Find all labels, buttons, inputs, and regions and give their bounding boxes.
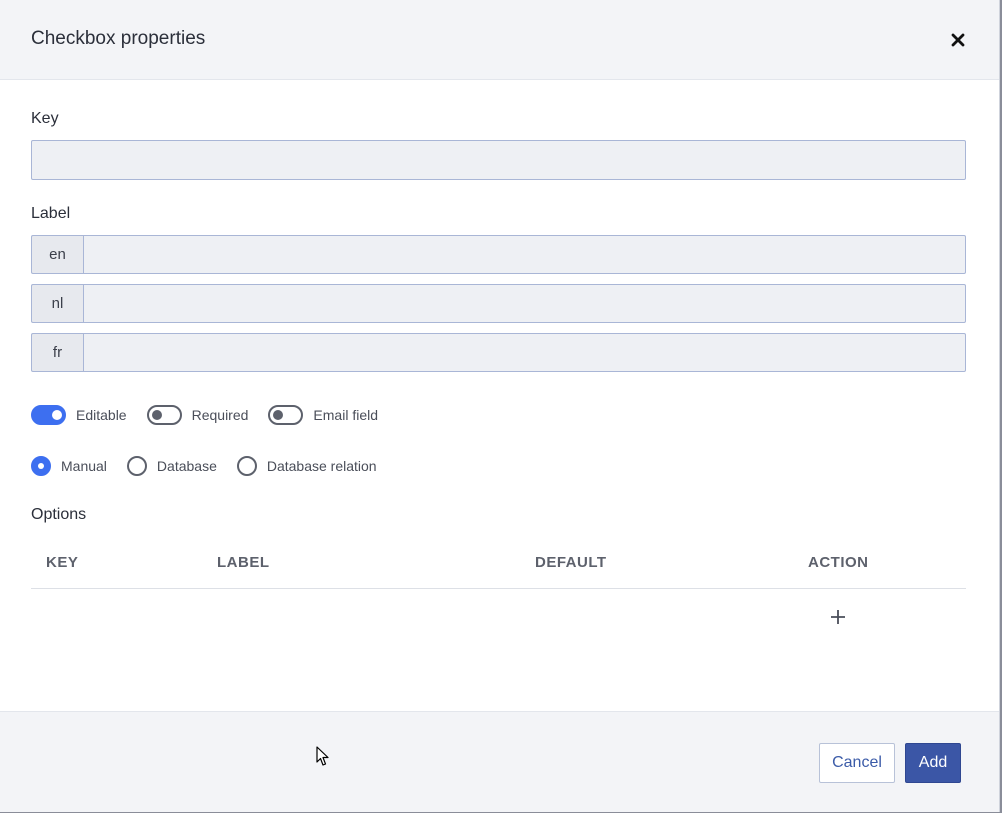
manual-radio-wrap[interactable]: Manual: [31, 455, 107, 476]
dialog-footer: Cancel Add: [0, 711, 999, 812]
column-header-default: DEFAULT: [535, 554, 607, 571]
label-en-input[interactable]: [83, 235, 966, 274]
required-toggle[interactable]: [146, 405, 182, 425]
database-relation-radio-wrap[interactable]: Database relation: [236, 455, 377, 476]
options-table: KEY LABEL DEFAULT ACTION: [31, 540, 966, 624]
database-radio-wrap[interactable]: Database: [126, 455, 217, 476]
toggle-knob: [52, 410, 62, 420]
database-relation-radio[interactable]: [236, 455, 257, 476]
toggle-knob: [273, 410, 284, 420]
close-button[interactable]: [944, 26, 972, 54]
lang-prefix-fr: fr: [31, 333, 83, 372]
plus-icon: [831, 610, 845, 624]
required-toggle-label: Required: [191, 407, 249, 423]
email-field-toggle[interactable]: [268, 405, 304, 425]
close-icon: [951, 33, 965, 47]
key-input[interactable]: [31, 140, 966, 180]
required-toggle-wrap[interactable]: Required: [146, 405, 249, 425]
key-label: Key: [31, 110, 59, 127]
database-radio[interactable]: [126, 455, 147, 476]
checkbox-properties-dialog: Checkbox properties Key Label en nl fr E…: [0, 0, 1000, 812]
lang-prefix-nl: nl: [31, 284, 83, 323]
database-radio-label: Database: [156, 457, 217, 474]
lang-prefix-en: en: [31, 235, 83, 274]
editable-toggle[interactable]: [31, 405, 66, 425]
label-fr-input[interactable]: [83, 333, 966, 372]
column-header-key: KEY: [46, 554, 79, 571]
dialog-header: Checkbox properties: [0, 0, 999, 80]
add-option-button[interactable]: [827, 606, 849, 628]
email-field-toggle-label: Email field: [313, 407, 379, 423]
editable-toggle-label: Editable: [76, 407, 127, 423]
mouse-cursor-icon: [316, 746, 329, 766]
options-table-header: KEY LABEL DEFAULT ACTION: [31, 540, 966, 589]
source-radio-group: Manual Database Database relation: [31, 455, 397, 476]
email-field-toggle-wrap[interactable]: Email field: [268, 405, 378, 425]
label-nl-input[interactable]: [83, 284, 966, 323]
label-nl-group: nl: [31, 284, 966, 323]
editable-toggle-wrap[interactable]: Editable: [31, 405, 127, 425]
database-relation-radio-label: Database relation: [266, 457, 377, 474]
label-label: Label: [31, 205, 71, 222]
label-fr-group: fr: [31, 333, 966, 372]
options-title: Options: [31, 506, 87, 523]
field-toggles: Editable Required Email field: [31, 404, 398, 426]
add-button[interactable]: Add: [905, 743, 961, 783]
manual-radio[interactable]: [31, 455, 51, 476]
label-en-group: en: [31, 235, 966, 274]
cancel-button[interactable]: Cancel: [819, 743, 895, 783]
dialog-title: Checkbox properties: [31, 28, 206, 49]
column-header-label: LABEL: [217, 554, 270, 571]
manual-radio-label: Manual: [61, 457, 107, 474]
toggle-knob: [151, 410, 162, 420]
column-header-action: ACTION: [808, 554, 869, 571]
